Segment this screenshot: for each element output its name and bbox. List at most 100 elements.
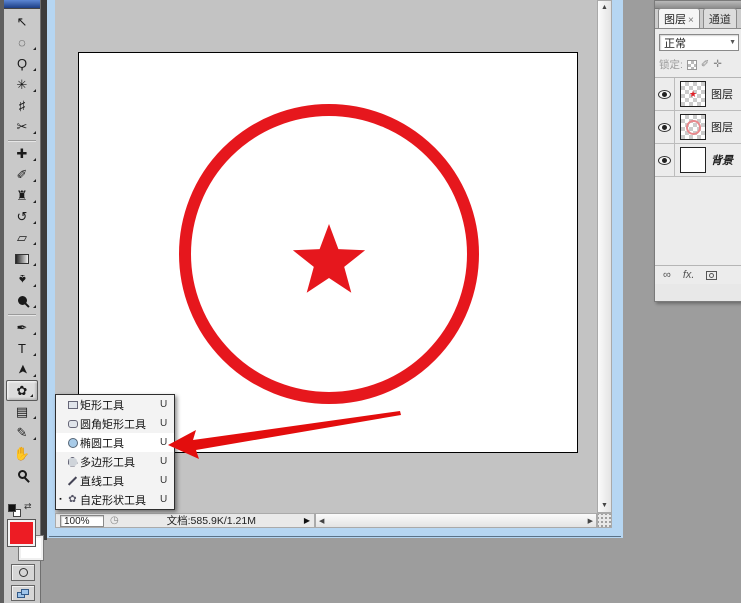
- menu-shortcut: U: [160, 456, 168, 467]
- brush-tool-icon: ✐: [16, 167, 28, 182]
- lock-transparency-icon[interactable]: [686, 59, 697, 70]
- menu-item-line-tool[interactable]: 直线工具 U: [56, 471, 174, 490]
- type-tool-button[interactable]: T: [4, 338, 40, 359]
- brush-tool-button[interactable]: ✐: [4, 164, 40, 185]
- window-resize-grip[interactable]: [597, 513, 612, 528]
- default-fg-icon: [8, 504, 16, 512]
- zoom-tool-icon: [17, 470, 27, 479]
- layer-name[interactable]: 图层: [711, 119, 733, 135]
- status-popup-arrow-icon[interactable]: ▶: [304, 516, 314, 525]
- lock-position-icon[interactable]: ✛: [713, 59, 721, 70]
- zoom-level-input[interactable]: 100%: [60, 514, 104, 527]
- visibility-toggle[interactable]: [655, 110, 675, 144]
- tab-channels[interactable]: 通道: [702, 8, 737, 28]
- pen-tool-button[interactable]: ✒: [4, 317, 40, 338]
- polygon-tool-icon: [65, 456, 80, 467]
- toolbox-footer: ⇄: [4, 498, 44, 603]
- slice-tool-button[interactable]: ✂: [4, 116, 40, 137]
- layer-style-fx-icon[interactable]: fx.: [683, 269, 695, 281]
- eyedropper-tool-button[interactable]: ✎: [4, 422, 40, 443]
- elliptical-marquee-tool-button[interactable]: ◌: [4, 32, 40, 53]
- blur-tool-button[interactable]: ♠: [4, 269, 40, 290]
- eraser-tool-icon: ▱: [17, 230, 27, 245]
- zoom-tool-button[interactable]: [4, 464, 40, 485]
- document-size-info: 文档:585.9K/1.21M: [166, 515, 256, 527]
- path-selection-tool-icon: ➤: [14, 364, 30, 375]
- quick-mask-icon: [18, 568, 28, 577]
- crop-tool-button[interactable]: ♯: [4, 95, 40, 116]
- lock-options-row: 锁定: ✐ ✛: [655, 55, 741, 78]
- layer-row-circle[interactable]: 图层: [655, 110, 741, 144]
- path-selection-tool-button[interactable]: ➤: [4, 359, 40, 380]
- document-bottom-bar: 100% ◷ 文档:585.9K/1.21M ▶ ◀ ▶: [55, 513, 612, 528]
- tab-layers[interactable]: 图层 ×: [658, 8, 700, 28]
- toolbox-titlebar[interactable]: [4, 0, 40, 9]
- move-tool-button[interactable]: ↖: [4, 11, 40, 32]
- link-layers-icon[interactable]: ∞: [663, 269, 671, 281]
- type-tool-icon: T: [18, 341, 26, 356]
- swap-colors-icon[interactable]: ⇄: [24, 501, 32, 512]
- layer-thumbnail-background[interactable]: [680, 147, 706, 173]
- scroll-up-icon[interactable]: ▲: [601, 1, 608, 14]
- notes-tool-button[interactable]: ▤: [4, 401, 40, 422]
- lasso-tool-icon: Ϙ: [16, 56, 28, 71]
- scroll-right-icon[interactable]: ▶: [585, 517, 596, 525]
- eye-icon: [658, 155, 671, 165]
- layer-thumbnail-circle[interactable]: [680, 114, 706, 140]
- horizontal-scrollbar[interactable]: ◀ ▶: [315, 513, 597, 528]
- screen-mode-button[interactable]: [11, 585, 35, 601]
- layers-panel-body: 正常 ▼ 锁定: ✐ ✛ ★ 图层 图层 背景 ∞ fx.: [655, 29, 741, 284]
- status-proxy-icon: ◷: [110, 515, 119, 526]
- layers-panel-footer: ∞ fx.: [655, 265, 741, 284]
- lock-pixels-icon[interactable]: ✐: [701, 59, 709, 70]
- pen-tool-icon: ✒: [16, 320, 28, 335]
- layer-row-background[interactable]: 背景: [655, 143, 741, 177]
- slice-tool-icon: ✂: [16, 119, 28, 134]
- tab-close-icon[interactable]: ×: [688, 15, 694, 26]
- add-layer-mask-icon[interactable]: [706, 270, 718, 280]
- eye-icon: [658, 122, 671, 132]
- tab-channels-label: 通道: [708, 14, 731, 26]
- layer-name[interactable]: 背景: [711, 152, 733, 168]
- current-tool-bullet-icon: ▪: [59, 496, 62, 503]
- menu-shortcut: U: [160, 418, 168, 429]
- layer-row-star[interactable]: ★ 图层: [655, 77, 741, 111]
- layer-thumbnail-star[interactable]: ★: [680, 81, 706, 107]
- history-brush-tool-button[interactable]: ↺: [4, 206, 40, 227]
- toolbox-tools: ↖ ◌ Ϙ ✳ ♯ ✂ ✚ ✐ ♜ ↺ ▱ ♠ ✒ T ➤ ✿ ▤ ✎ ✋: [4, 9, 40, 485]
- document-canvas[interactable]: [78, 52, 578, 453]
- menu-item-custom-shape-tool[interactable]: ▪ ✿ 自定形状工具 U: [56, 490, 174, 509]
- layer-name[interactable]: 图层: [711, 86, 733, 102]
- menu-item-rounded-rectangle-tool[interactable]: 圆角矩形工具 U: [56, 414, 174, 433]
- scroll-left-icon[interactable]: ◀: [316, 517, 327, 525]
- menu-item-rectangle-tool[interactable]: 矩形工具 U: [56, 395, 174, 414]
- spot-healing-brush-tool-button[interactable]: ✚: [4, 143, 40, 164]
- menu-item-ellipse-tool[interactable]: 椭圆工具 U: [56, 433, 174, 452]
- blend-mode-row: 正常 ▼: [655, 29, 741, 55]
- gradient-tool-button[interactable]: [4, 248, 40, 269]
- hand-tool-button[interactable]: ✋: [4, 443, 40, 464]
- visibility-toggle[interactable]: [655, 77, 675, 111]
- magic-wand-tool-button[interactable]: ✳: [4, 74, 40, 95]
- line-tool-icon: [65, 475, 80, 486]
- lasso-tool-button[interactable]: Ϙ: [4, 53, 40, 74]
- panel-tabs: 图层 × 通道: [655, 8, 741, 29]
- shape-tool-button[interactable]: ✿: [6, 380, 38, 401]
- clone-stamp-tool-button[interactable]: ♜: [4, 185, 40, 206]
- menu-item-label: 圆角矩形工具: [80, 418, 146, 431]
- menu-item-polygon-tool[interactable]: 多边形工具 U: [56, 452, 174, 471]
- layers-panel: 图层 × 通道 正常 ▼ 锁定: ✐ ✛ ★ 图层 图层 背景 ∞ fx.: [654, 0, 741, 302]
- circle-thumb-icon: [685, 119, 701, 135]
- scroll-down-icon[interactable]: ▼: [601, 499, 608, 512]
- menu-shortcut: U: [160, 475, 168, 486]
- status-bar: 100% ◷ 文档:585.9K/1.21M ▶: [55, 513, 315, 528]
- dodge-tool-button[interactable]: [4, 290, 40, 311]
- blend-mode-select[interactable]: 正常 ▼: [659, 34, 739, 51]
- crop-tool-icon: ♯: [18, 98, 26, 113]
- vertical-scrollbar[interactable]: ▲ ▼: [597, 0, 612, 513]
- foreground-color-swatch[interactable]: [7, 519, 36, 547]
- eraser-tool-button[interactable]: ▱: [4, 227, 40, 248]
- quick-mask-button[interactable]: [11, 564, 35, 581]
- visibility-toggle[interactable]: [655, 143, 675, 177]
- default-colors-button[interactable]: [8, 504, 22, 517]
